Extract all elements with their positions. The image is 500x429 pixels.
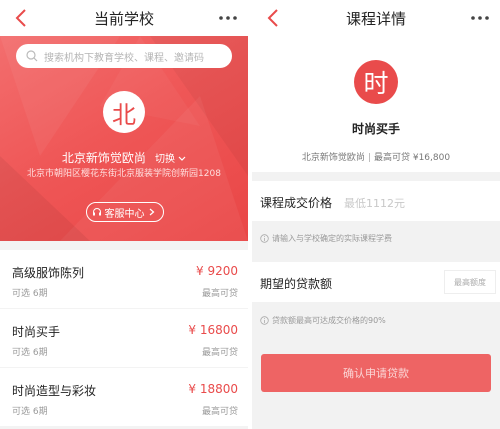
price-hint: 请输入与学校确定的实际课程学费: [260, 233, 392, 244]
course-name: 高级服饰陈列: [12, 266, 85, 280]
chevron-left-icon[interactable]: [262, 6, 284, 30]
course-price: ¥ 18800: [188, 382, 238, 396]
price-label: 课程成交价格: [260, 196, 333, 210]
course-price: ¥ 16800: [188, 323, 238, 337]
customer-service-label: 客服中心: [104, 208, 145, 220]
navbar: 课程详情: [252, 0, 500, 36]
course-name: 时尚买手: [12, 325, 61, 339]
search-icon: [26, 50, 38, 62]
course-detail-screen: 课程详情 时 时尚买手 北京新饰觉欧尚 | 最高可贷 ¥16,800 课程成交价格 …: [252, 0, 500, 429]
chevron-down-icon: [178, 156, 186, 161]
school-name-row: 北京新饰觉欧尚 切换: [0, 147, 248, 166]
installment-option: 可选 6期: [12, 289, 48, 299]
info-icon: [260, 316, 269, 325]
course-name: 时尚买手: [351, 122, 400, 136]
chevron-right-icon: [149, 208, 154, 216]
list-item[interactable]: 时尚买手 ¥ 16800 可选 6期 最高可贷: [0, 309, 248, 367]
installment-option: 可选 6期: [12, 407, 48, 417]
course-logo-char: 时: [363, 69, 389, 98]
switch-school-button[interactable]: 切换: [155, 154, 186, 165]
page-title: 课程详情: [345, 9, 406, 28]
course-max-loan: 最高可贷 ¥16,800: [373, 153, 451, 163]
meta-separator: |: [367, 153, 371, 163]
school-name: 北京新饰觉欧尚: [61, 151, 146, 165]
page-title: 当前学校: [93, 9, 154, 28]
chevron-left-icon[interactable]: [10, 6, 32, 30]
list-item[interactable]: 时尚造型与彩妆 ¥ 18800 可选 6期 最高可贷: [0, 368, 248, 426]
loan-hint: 贷款额最高可达成交价格的90%: [260, 315, 386, 326]
max-loan-label: 最高可贷: [201, 348, 238, 358]
course-summary-card: 时 时尚买手 北京新饰觉欧尚 | 最高可贷 ¥16,800: [252, 36, 500, 172]
more-horizontal-icon[interactable]: [468, 8, 492, 28]
price-hint-text: 请输入与学校确定的实际课程学费: [272, 234, 392, 243]
loan-field[interactable]: 期望的贷款额 最高额度: [252, 262, 500, 302]
school-logo-char: 北: [112, 100, 136, 129]
loan-hint-text: 贷款额最高可达成交价格的90%: [272, 316, 386, 325]
course-school: 北京新饰觉欧尚: [301, 153, 365, 163]
headset-icon: [92, 208, 101, 216]
school-address: 北京市朝阳区樱花东街北京服装学院创新园1208: [27, 169, 221, 179]
school-header: 搜索机构下教育学校、课程、邀请码 北 北京新饰觉欧尚 切换 北京市朝阳区樱花东街…: [0, 36, 248, 241]
school-logo: 北: [103, 91, 145, 133]
customer-service-button[interactable]: 客服中心: [86, 202, 164, 222]
course-meta: 北京新饰觉欧尚 | 最高可贷 ¥16,800: [252, 150, 500, 163]
search-placeholder: 搜索机构下教育学校、课程、邀请码: [44, 52, 204, 64]
info-icon: [260, 234, 269, 243]
navbar: 当前学校: [0, 0, 248, 36]
price-input[interactable]: 最低1112元: [344, 195, 405, 211]
max-loan-label: 最高可贷: [201, 407, 238, 417]
max-amount-button[interactable]: 最高额度: [444, 270, 496, 294]
loan-label: 期望的贷款额: [260, 277, 333, 291]
price-field[interactable]: 课程成交价格 最低1112元: [252, 181, 500, 221]
switch-label: 切换: [154, 154, 175, 165]
course-name: 时尚造型与彩妆: [12, 384, 97, 398]
installment-option: 可选 6期: [12, 348, 48, 358]
confirm-loan-button[interactable]: 确认申请贷款: [261, 354, 491, 392]
course-logo: 时: [354, 60, 398, 104]
search-input[interactable]: 搜索机构下教育学校、课程、邀请码: [16, 44, 232, 68]
current-school-screen: 当前学校 搜索机构下教育学校、课程、邀请码 北 北京新饰觉欧尚 切换 北京市朝阳…: [0, 0, 248, 429]
list-item[interactable]: 高级服饰陈列 ¥ 9200 可选 6期 最高可贷: [0, 250, 248, 308]
course-list: 高级服饰陈列 ¥ 9200 可选 6期 最高可贷 时尚买手 ¥ 16800 可选…: [0, 250, 248, 427]
max-loan-label: 最高可贷: [201, 289, 238, 299]
more-horizontal-icon[interactable]: [216, 8, 240, 28]
course-price: ¥ 9200: [196, 264, 238, 278]
